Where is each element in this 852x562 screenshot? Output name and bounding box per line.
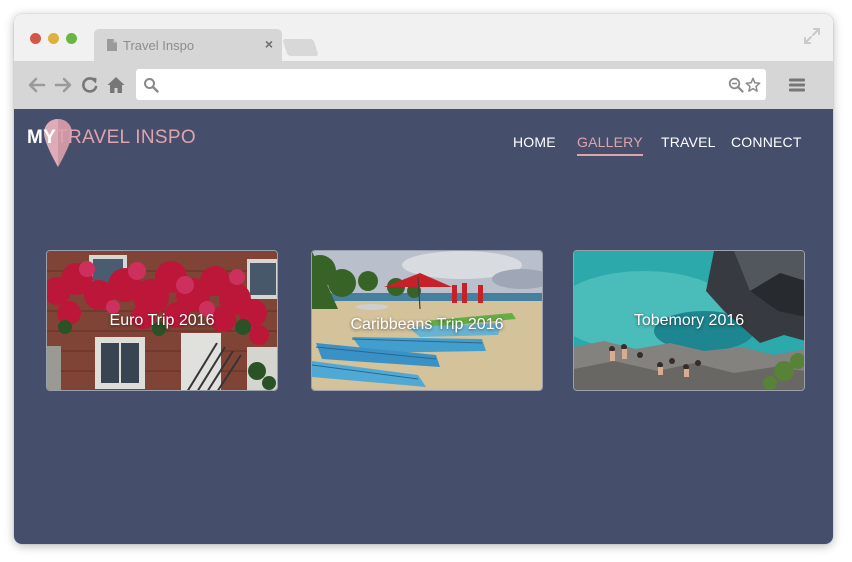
url-input[interactable] — [164, 69, 724, 100]
forward-arrow-icon[interactable] — [53, 75, 73, 95]
browser-titlebar: Travel Inspo × — [14, 14, 833, 62]
gallery-card-tobemory[interactable]: Tobemory 2016 — [573, 250, 805, 391]
address-bar[interactable] — [136, 69, 766, 100]
expand-icon[interactable] — [803, 27, 821, 45]
gallery-card-caribbeans-trip[interactable]: Caribbeans Trip 2016 — [311, 250, 543, 391]
new-tab-button[interactable] — [282, 39, 319, 56]
back-arrow-icon[interactable] — [27, 75, 47, 95]
nav-connect[interactable]: CONNECT — [731, 134, 802, 150]
minimize-window-button[interactable] — [48, 33, 59, 44]
gallery-card-title: Tobemory 2016 — [633, 312, 745, 329]
gallery-card-title: Caribbeans Trip 2016 — [350, 316, 504, 333]
nav-home[interactable]: HOME — [513, 134, 556, 150]
nav-travel[interactable]: TRAVEL — [661, 134, 716, 150]
reload-icon[interactable] — [80, 75, 100, 95]
browser-tab[interactable]: Travel Inspo × — [94, 29, 282, 62]
home-icon[interactable] — [106, 75, 126, 95]
menu-icon[interactable] — [787, 75, 807, 95]
nav-gallery[interactable]: GALLERY — [577, 134, 643, 156]
gallery-card-title: Euro Trip 2016 — [109, 312, 215, 329]
document-icon — [107, 39, 117, 51]
tab-close-icon[interactable]: × — [265, 36, 273, 52]
zoom-icon[interactable] — [728, 77, 744, 93]
gallery-card-euro-trip[interactable]: Euro Trip 2016 — [46, 250, 278, 391]
close-window-button[interactable] — [30, 33, 41, 44]
search-icon — [144, 78, 159, 93]
tab-title: Travel Inspo — [123, 38, 195, 53]
website-content: MYTRAVEL INSPO HOME GALLERY TRAVEL CONNE… — [14, 109, 833, 544]
main-nav: HOME GALLERY TRAVEL CONNECT — [14, 134, 833, 158]
browser-window: Travel Inspo × MYTRAVEL INSPO HOME GALLE… — [14, 14, 833, 544]
star-icon[interactable] — [745, 77, 761, 93]
maximize-window-button[interactable] — [66, 33, 77, 44]
browser-toolbar — [14, 61, 833, 109]
